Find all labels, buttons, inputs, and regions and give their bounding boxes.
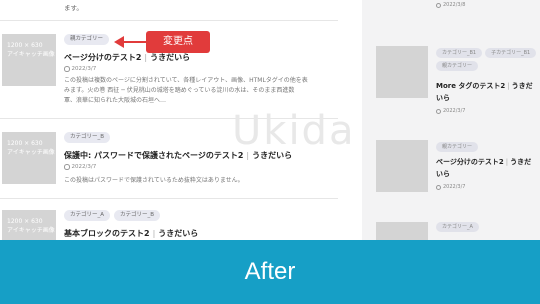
category-tag[interactable]: 親カテゴリー <box>64 34 110 45</box>
category-tag[interactable]: カテゴリー_A <box>64 210 111 221</box>
title-separator: | <box>144 53 148 62</box>
category-tag[interactable]: カテゴリー_B <box>64 132 111 143</box>
sidebar-tag-list: カテゴリー_B1 子カテゴリー_B1 親カテゴリー <box>436 48 540 71</box>
annotation-arrow-shaft <box>124 41 146 43</box>
post-title-text[interactable]: ページ分けのテスト2 <box>64 53 141 62</box>
post-title[interactable]: ページ分けのテスト2 | うきだいら <box>64 52 190 63</box>
clock-icon <box>64 66 70 72</box>
post-date-text: 2022/3/7 <box>71 66 97 72</box>
sidebar-category-tag[interactable]: 子カテゴリー_B1 <box>485 48 537 58</box>
sidebar-tag-list: カテゴリー_A <box>436 222 540 232</box>
screenshot-frame: ます。 1200 × 630 アイキャッチ画像 親カテゴリー ページ分けのテスト… <box>0 0 540 304</box>
sidebar-post-thumbnail[interactable] <box>376 46 428 98</box>
post-tag-list: カテゴリー_A カテゴリー_B <box>64 210 161 221</box>
title-separator: | <box>507 82 510 90</box>
sidebar-date-text: 2022/3/7 <box>443 108 466 114</box>
divider <box>0 20 338 21</box>
sidebar-post-date: 2022/3/7 <box>436 184 465 190</box>
post-tag-list: カテゴリー_B <box>64 132 111 143</box>
sidebar-post-title[interactable]: ページ分けのテスト2 | うきだいら <box>436 156 536 180</box>
thumbnail-caption-text: アイキャッチ画像 <box>7 51 55 58</box>
post-date: 2022/3/7 <box>64 164 96 170</box>
annotation-arrow-head <box>114 36 124 48</box>
thumbnail-size-text: 1200 × 630 <box>7 140 43 147</box>
clock-icon <box>436 2 441 8</box>
sidebar-category-tag[interactable]: 親カテゴリー <box>436 61 479 71</box>
excerpt-line: この投稿はパスワードで保護されているため抜粋文はありません。 <box>64 177 244 184</box>
post-excerpt: この投稿はパスワードで保護されているため抜粋文はありません。 <box>64 176 340 186</box>
post-author[interactable]: うきだいら <box>158 229 198 238</box>
post-date-text: 2022/3/7 <box>71 164 97 170</box>
post-tag-list: 親カテゴリー <box>64 34 110 45</box>
sidebar-title-text[interactable]: More タグのテスト2 <box>436 82 505 90</box>
thumbnail-size-text: 1200 × 630 <box>7 218 43 225</box>
sidebar-date-text: 2022/3/7 <box>443 184 466 190</box>
sidebar-tag-list: 親カテゴリー <box>436 142 540 152</box>
change-callout: 変更点 <box>146 31 210 53</box>
sidebar-post-title[interactable]: More タグのテスト2 | うきだいら <box>436 80 536 104</box>
excerpt-line: みます。火の巻 西征 ─ 伏見桃山の城塔を踏めぐっている淀川の水は、そのまま西進… <box>64 87 295 94</box>
clock-icon <box>436 108 441 114</box>
thumbnail-caption-text: アイキャッチ画像 <box>7 227 55 234</box>
post-title[interactable]: 基本ブロックのテスト2 | うきだいら <box>64 228 198 239</box>
post-title-text[interactable]: 保護中: パスワードで保護されたページのテスト2 <box>64 151 243 160</box>
sidebar-category-tag[interactable]: カテゴリー_B1 <box>436 48 483 58</box>
previous-post-excerpt-end: ます。 <box>64 4 83 12</box>
post-author[interactable]: うきだいら <box>150 53 190 62</box>
sidebar-category-tag[interactable]: 親カテゴリー <box>436 142 479 152</box>
excerpt-line: この投稿は複数のページに分割されていて、各種レイアウト、画像、HTMLタグイの他… <box>64 77 308 84</box>
thumbnail-caption-text: アイキャッチ画像 <box>7 149 55 156</box>
sidebar-date-text: 2022/3/8 <box>443 2 466 8</box>
clock-icon <box>64 164 70 170</box>
post-thumbnail[interactable]: 1200 × 630 アイキャッチ画像 <box>2 132 56 184</box>
clock-icon <box>436 184 441 190</box>
divider <box>0 198 338 199</box>
sidebar-post-date: 2022/3/8 <box>436 2 465 8</box>
after-banner: After <box>0 240 540 304</box>
title-separator: | <box>505 158 509 166</box>
sidebar-post-thumbnail[interactable] <box>376 140 428 192</box>
thumbnail-size-text: 1200 × 630 <box>7 42 43 49</box>
sidebar-post-date: 2022/3/7 <box>436 108 465 114</box>
after-label: After <box>244 258 296 285</box>
post-excerpt: この投稿は複数のページに分割されていて、各種レイアウト、画像、HTMLタグイの他… <box>64 76 340 106</box>
category-tag[interactable]: カテゴリー_B <box>114 210 161 221</box>
post-thumbnail[interactable]: 1200 × 630 アイキャッチ画像 <box>2 34 56 86</box>
sidebar-category-tag[interactable]: カテゴリー_A <box>436 222 479 232</box>
excerpt-line: 軍、浪華に知られた大阪城の石垣へ… <box>64 97 167 104</box>
post-date: 2022/3/7 <box>64 66 96 72</box>
sidebar-title-text[interactable]: ページ分けのテスト2 <box>436 158 504 166</box>
watermark-text: Ukida <box>232 108 356 154</box>
post-title-text[interactable]: 基本ブロックのテスト2 <box>64 229 150 238</box>
title-separator: | <box>152 229 156 238</box>
